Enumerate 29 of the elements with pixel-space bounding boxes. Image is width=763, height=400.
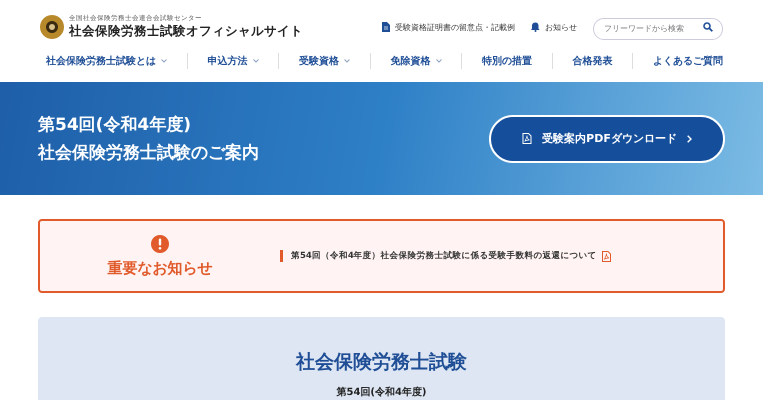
nav-menu-item[interactable]: 特別の措置 [482,54,532,68]
bell-icon [531,22,540,32]
search-field[interactable]: フリーワードから検索 [593,18,723,40]
download-button[interactable]: 受験案内PDFダウンロード [489,114,725,162]
document-icon [382,22,390,32]
search-icon[interactable] [703,22,713,32]
pdf-icon [522,133,532,144]
chevron-down-icon [161,59,167,63]
chevron-down-icon [344,59,350,63]
nav-menu-item[interactable]: 合格発表 [572,54,612,68]
notice-link[interactable]: 第54回（令和4年度）社会保険労務士試験に係る受験手数料の返還について [280,250,723,262]
nav-menu-item[interactable]: よくあるご質問 [653,54,723,68]
nav-menu-item[interactable]: 受験資格 [299,54,350,68]
exclamation-icon [151,234,169,252]
section-title: 社会保険労務士試験 [296,350,467,375]
chevron-right-icon [686,134,692,142]
chevron-down-icon [252,59,258,63]
hero-title: 第54回(令和4年度) [38,114,192,136]
notice-heading: 重要なお知らせ [108,258,212,278]
hero-title: 社会保険労務士試験のご案内 [38,142,259,164]
nav-menu-item[interactable]: 免除資格 [390,54,442,68]
section-subtitle: 第54回(令和4年度) [336,385,426,399]
site-title[interactable]: 社会保険労務士試験オフィシャルサイト [69,23,303,40]
header-link[interactable]: お知らせ [531,22,577,32]
emblem-logo-icon[interactable] [40,15,64,39]
nav-menu-item[interactable]: 社会保険労務士試験とは [46,54,167,68]
header-link[interactable]: 受験資格証明書の留意点・記載例 [382,22,515,32]
chevron-down-icon [436,59,442,63]
nav-menu-item[interactable]: 申込方法 [208,54,258,68]
